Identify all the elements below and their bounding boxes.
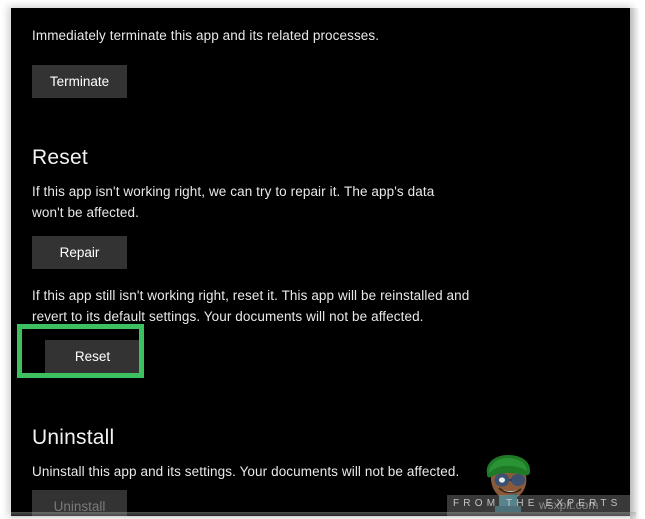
screenshot-root: Immediately terminate this app and its r… xyxy=(0,0,645,519)
watermark-site: wsxplt.com xyxy=(539,498,599,512)
app-settings-panel: Immediately terminate this app and its r… xyxy=(11,8,630,516)
watermark-tagline: FROM THE EXPERTS xyxy=(453,498,622,509)
reset-description: If this app still isn't working right, r… xyxy=(32,288,470,324)
repair-button[interactable]: Repair xyxy=(32,236,127,269)
panel-edge-bottom xyxy=(11,512,636,519)
reset-button[interactable]: Reset xyxy=(45,340,140,373)
terminate-description: Immediately terminate this app and its r… xyxy=(32,28,380,43)
panel-content: Immediately terminate this app and its r… xyxy=(11,8,630,516)
uninstall-section-heading: Uninstall xyxy=(32,426,115,449)
reset-section-heading: Reset xyxy=(32,146,88,169)
uninstall-description: Uninstall this app and its settings. You… xyxy=(32,464,460,479)
watermark: FROM THE EXPERTS wsxplt.com xyxy=(411,448,630,516)
repair-description: If this app isn't working right, we can … xyxy=(32,184,435,220)
panel-edge-right xyxy=(630,8,640,519)
terminate-button[interactable]: Terminate xyxy=(32,65,127,98)
